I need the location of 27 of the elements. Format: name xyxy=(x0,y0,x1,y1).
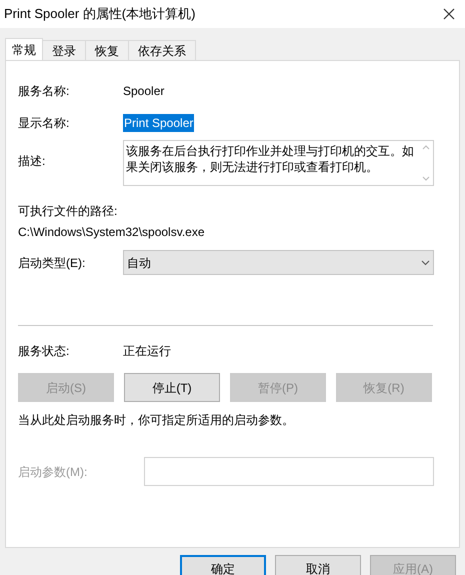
dialog-button[interactable]: 确定 xyxy=(180,555,266,575)
scroll-up-icon[interactable] xyxy=(422,145,430,150)
display-name-label: 显示名称: xyxy=(18,115,70,132)
service-name-label: 服务名称: xyxy=(18,83,70,100)
display-name-value[interactable]: Print Spooler xyxy=(123,114,194,132)
window-title: Print Spooler 的属性(本地计算机) xyxy=(4,5,196,24)
tab[interactable]: 恢复 xyxy=(86,40,129,60)
start-parameters-label: 启动参数(M): xyxy=(18,464,88,480)
close-icon[interactable] xyxy=(443,8,455,20)
tab[interactable]: 登录 xyxy=(43,40,86,60)
description-text: 该服务在后台执行打印作业并处理与打印机的交互。如果关闭该服务，则无法进行打印或查看打印机。 xyxy=(125,143,415,176)
path-value: C:\Windows\System32\spoolsv.exe xyxy=(18,224,206,241)
dialog-button[interactable]: 取消 xyxy=(275,555,361,575)
service-name-value: Spooler xyxy=(123,83,164,100)
startup-type-label: 启动类型(E): xyxy=(18,254,86,272)
scroll-down-icon[interactable] xyxy=(422,176,430,181)
service-status-label: 服务状态: xyxy=(18,343,70,360)
startup-type-dropdown[interactable]: 自动 xyxy=(123,250,434,275)
description-box[interactable]: 该服务在后台执行打印作业并处理与打印机的交互。如果关闭该服务，则无法进行打印或查看打印机。 xyxy=(123,140,434,186)
description-label: 描述: xyxy=(18,153,46,170)
service-control-button[interactable]: 停止(T) xyxy=(124,373,220,402)
chevron-down-icon xyxy=(421,260,430,266)
tab[interactable]: 依存关系 xyxy=(129,40,196,60)
start-parameters-hint: 当从此处启动服务时，你可指定所适用的启动参数。 xyxy=(18,412,295,429)
tab[interactable]: 常规 xyxy=(5,38,43,60)
path-label: 可执行文件的路径: xyxy=(18,203,118,220)
service-status-value: 正在运行 xyxy=(123,343,171,360)
